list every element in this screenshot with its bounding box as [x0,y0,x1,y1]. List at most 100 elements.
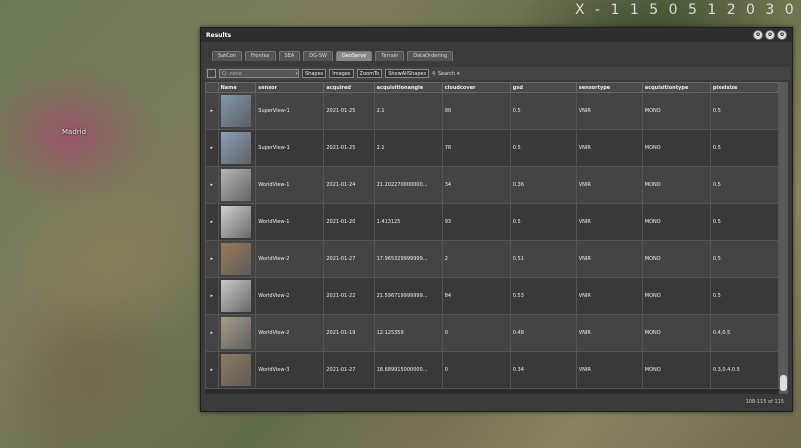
table-row[interactable]: ▸ WorldView-2 2021-01-19 12.125359 0 0.48 VNIR… [205,314,780,352]
results-table: Name sensor acquired acquisitionangle cl… [205,82,780,389]
search-input-placeholder: Q- none [222,71,242,77]
cell-stype: VNIR [575,314,643,352]
cell-cloud: 90 [441,92,511,130]
window-titlebar[interactable]: Results o o o [201,28,792,42]
cell-cloud: 34 [441,166,511,204]
expand-row-icon[interactable]: ▸ [205,314,219,352]
cell-angle: 21.202270000000... [373,166,443,204]
grid-footer: 108-115 of 115 [205,396,788,408]
cell-acquired: 2021-01-20 [323,203,375,241]
cell-pixel: 0.5 [709,129,780,167]
cell-angle: 21.596719999999... [373,277,443,315]
table-header-row: Name sensor acquired acquisitionangle cl… [205,82,780,93]
cell-acquired: 2021-01-19 [323,314,375,352]
vertical-scrollbar[interactable] [779,82,788,394]
column-header-sensor[interactable]: sensor [255,82,325,93]
cell-pixel: 0.5 [709,92,780,130]
thumbnail-cell[interactable] [217,277,257,315]
cell-sensor: SuperView-1 [255,92,325,130]
table-row[interactable]: ▸ SuperView-1 2021-01-25 2.1 78 0.5 VNIR MONO 0.… [205,129,780,167]
map-overlay-text: X - 1 1 5 0 5 1 2 0 3 0 [575,2,797,18]
minimize-icon[interactable]: o [753,30,763,40]
cell-angle: 12.125359 [373,314,443,352]
cell-atype: MONO [641,351,711,389]
cell-gsd: 0.36 [509,166,577,204]
close-icon[interactable]: o [777,30,787,40]
scene-thumbnail [220,206,251,238]
results-window: Results o o o SatCon Frontex SEA DG-SW G… [200,27,793,412]
tab-dg-sw[interactable]: DG-SW [303,51,333,61]
thumbnail-cell[interactable] [217,92,257,130]
cell-sensor: WorldView-3 [255,351,325,389]
cell-stype: VNIR [575,203,643,241]
tab-satcon[interactable]: SatCon [212,51,242,61]
table-row[interactable]: ▸ SuperView-1 2021-01-25 2.1 90 0.5 VNIR MONO 0.… [205,92,780,130]
expand-row-icon[interactable]: ▸ [205,277,219,315]
cell-pixel: 0.5 [709,166,780,204]
thumbnail-cell[interactable] [217,129,257,167]
tab-dataordering[interactable]: DataOrdering [407,51,454,61]
cell-acquired: 2021-01-25 [323,92,375,130]
column-header-name[interactable]: Name [217,82,257,93]
thumbnail-cell[interactable] [217,240,257,278]
cell-acquired: 2021-01-24 [323,166,375,204]
tab-frontex[interactable]: Frontex [244,51,276,61]
thumbnail-cell[interactable] [217,351,257,389]
cell-acquired: 2021-01-25 [323,129,375,167]
search-input[interactable]: Q- none ▾ [219,69,299,78]
chevron-down-icon[interactable]: ▾ [295,70,298,77]
column-header-pixelsize[interactable]: pixelsize [709,82,780,93]
cell-cloud: 2 [441,240,511,278]
cell-stype: VNIR [575,129,643,167]
thumbnail-cell[interactable] [217,203,257,241]
column-header-gsd[interactable]: gsd [509,82,577,93]
expand-row-icon[interactable]: ▸ [205,166,219,204]
expand-row-icon[interactable]: ▸ [205,351,219,389]
cell-acquired: 2021-01-27 [323,351,375,389]
cell-gsd: 0.34 [509,351,577,389]
table-row[interactable]: ▸ WorldView-1 2021-01-24 21.202270000000...… [205,166,780,204]
thumbnail-cell[interactable] [217,166,257,204]
cell-atype: MONO [641,240,711,278]
tab-sea[interactable]: SEA [278,51,301,61]
scene-thumbnail [220,354,251,386]
expand-row-icon[interactable]: ▸ [205,240,219,278]
column-header-sensortype[interactable]: sensortype [575,82,643,93]
column-header-acquisitionangle[interactable]: acquisitionangle [373,82,443,93]
zoomto-button[interactable]: ZoomTo [356,69,383,78]
column-header-acquired[interactable]: acquired [323,82,375,93]
scene-thumbnail [220,132,251,164]
cell-gsd: 0.5 [509,203,577,241]
columns-icon[interactable] [207,69,216,78]
cell-sensor: SuperView-1 [255,129,325,167]
table-row[interactable]: ▸ WorldView-2 2021-01-22 21.596719999999...… [205,277,780,315]
cell-gsd: 0.48 [509,314,577,352]
column-header-acquisitiontype[interactable]: acquisitiontype [641,82,711,93]
cell-atype: MONO [641,92,711,130]
scrollbar-thumb[interactable] [780,375,787,391]
thumbnail-cell[interactable] [217,314,257,352]
cell-cloud: 0 [441,351,511,389]
table-row[interactable]: ▸ WorldView-2 2021-01-27 17.965329999999...… [205,240,780,278]
maximize-icon[interactable]: o [765,30,775,40]
expand-row-icon[interactable]: ▸ [205,129,219,167]
images-button[interactable]: Images [329,69,354,78]
cell-atype: MONO [641,277,711,315]
cell-pixel: 0.4,0.5 [709,314,780,352]
cell-angle: 17.965329999999... [373,240,443,278]
table-row[interactable]: ▸ WorldView-3 2021-01-27 18.689915000000...… [205,351,780,389]
search-button[interactable]: ⚲ Search ▾ [432,71,459,77]
cell-sensor: WorldView-1 [255,166,325,204]
tab-terrain[interactable]: Terrain [375,51,405,61]
column-header-cloudcover[interactable]: cloudcover [441,82,511,93]
column-header-expand[interactable] [205,82,219,93]
cell-gsd: 0.51 [509,240,577,278]
table-row[interactable]: ▸ WorldView-1 2021-01-20 1.413125 93 0.5 VNIR M… [205,203,780,241]
tab-geoserve[interactable]: GeoServe [335,51,373,61]
expand-row-icon[interactable]: ▸ [205,92,219,130]
cell-angle: 2.1 [373,129,443,167]
expand-row-icon[interactable]: ▸ [205,203,219,241]
shapes-button[interactable]: Shapes [302,69,327,78]
show-all-shapes-button[interactable]: ShowAllShapes [385,69,430,78]
cell-pixel: 0.3,0.4,0.5 [709,351,780,389]
